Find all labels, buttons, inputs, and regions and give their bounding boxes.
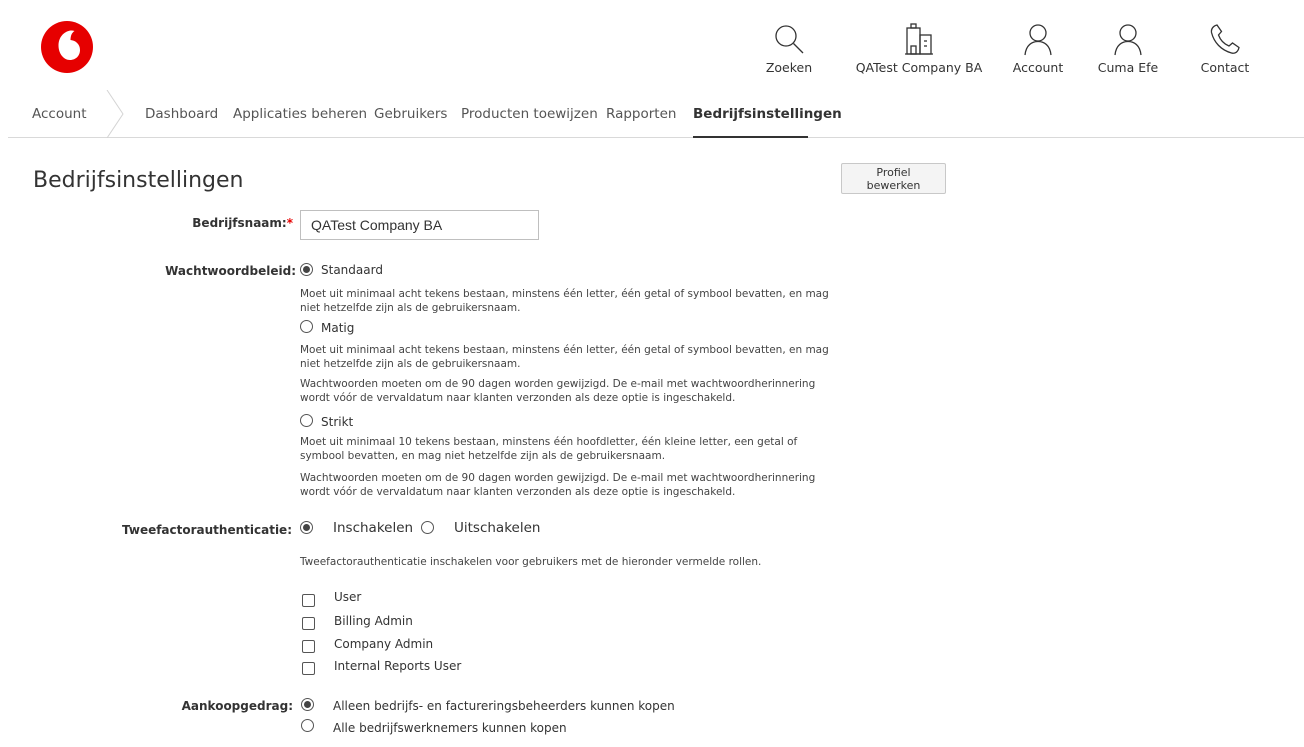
company-nav[interactable]: QATest Company BA — [851, 22, 987, 84]
policy-matig-expiry-description: Wachtwoorden moeten om de 90 dagen worde… — [300, 378, 816, 404]
purchase-all-label: Alle bedrijfswerknemers kunnen kopen — [333, 721, 567, 735]
purchase-admins-label: Alleen bedrijfs- en factureringsbeheerde… — [333, 699, 675, 713]
company-label: QATest Company BA — [855, 60, 983, 75]
account-nav[interactable]: Account — [1005, 22, 1071, 84]
policy-strikt-radio[interactable] — [300, 414, 313, 427]
two-factor-hint: Tweefactorauthenticatie inschakelen voor… — [300, 556, 762, 568]
required-marker: * — [286, 216, 293, 230]
policy-matig-radio[interactable] — [300, 320, 313, 333]
search-icon — [775, 25, 804, 54]
role-internal-reports-checkbox[interactable] — [302, 662, 315, 675]
breadcrumb-chevron-icon — [106, 90, 124, 138]
role-internal-reports-label: Internal Reports User — [334, 659, 462, 673]
two-factor-label: Tweefactorauthenticatie: — [121, 523, 292, 537]
two-factor-enable-label: Inschakelen — [333, 520, 414, 536]
policy-standaard-label: Standaard — [321, 263, 383, 277]
contact-label: Contact — [1200, 60, 1250, 75]
policy-standaard-radio[interactable] — [300, 263, 313, 276]
user-label: Cuma Efe — [1097, 60, 1159, 75]
active-tab-indicator — [693, 136, 808, 138]
policy-standaard-description: Moet uit minimaal acht tekens bestaan, m… — [300, 288, 829, 314]
nav-item-bedrijfsinstellingen[interactable]: Bedrijfsinstellingen — [693, 106, 842, 122]
search-nav[interactable]: Zoeken — [753, 22, 825, 84]
policy-strikt-label: Strikt — [321, 415, 354, 429]
phone-icon — [1210, 24, 1240, 54]
breadcrumb-account[interactable]: Account — [32, 106, 87, 122]
password-policy-label: Wachtwoordbeleid: — [165, 264, 296, 278]
role-user-checkbox[interactable] — [302, 594, 315, 607]
nav-item-gebruikers[interactable]: Gebruikers — [374, 106, 447, 122]
contact-nav[interactable]: Contact — [1192, 22, 1258, 84]
two-factor-disable-label: Uitschakelen — [454, 520, 541, 536]
nav-item-applicaties[interactable]: Applicaties beheren — [233, 106, 367, 122]
nav-item-dashboard[interactable]: Dashboard — [145, 106, 218, 122]
purchase-admins-radio[interactable] — [301, 698, 314, 711]
account-icon — [1024, 24, 1052, 56]
policy-matig-description: Moet uit minimaal acht tekens bestaan, m… — [300, 344, 829, 370]
search-label: Zoeken — [765, 60, 813, 75]
company-name-label: Bedrijfsnaam:* — [192, 216, 293, 230]
two-factor-enable-radio[interactable] — [300, 521, 313, 534]
main-nav: Account Dashboard Applicaties beheren Ge… — [8, 90, 1304, 138]
role-user-label: User — [334, 590, 362, 604]
nav-item-producten[interactable]: Producten toewijzen — [461, 106, 598, 122]
role-billing-admin-label: Billing Admin — [334, 614, 413, 628]
policy-matig-label: Matig — [321, 321, 355, 335]
account-label: Account — [1012, 60, 1064, 75]
policy-strikt-expiry-description: Wachtwoorden moeten om de 90 dagen worde… — [300, 472, 816, 498]
page-title: Bedrijfsinstellingen — [33, 168, 244, 193]
edit-profile-button[interactable]: Profiel bewerken — [841, 163, 946, 194]
purchase-all-radio[interactable] — [301, 719, 314, 732]
two-factor-disable-radio[interactable] — [421, 521, 434, 534]
header: Zoeken QATest Company BA Account Cuma Ef… — [8, 8, 1304, 90]
user-nav[interactable]: Cuma Efe — [1093, 22, 1163, 84]
policy-strikt-description: Moet uit minimaal 10 tekens bestaan, min… — [300, 436, 798, 462]
role-billing-admin-checkbox[interactable] — [302, 617, 315, 630]
purchase-label: Aankoopgedrag: — [181, 699, 293, 713]
user-icon — [1114, 24, 1142, 56]
role-company-admin-checkbox[interactable] — [302, 640, 315, 653]
company-name-input[interactable] — [300, 210, 539, 240]
building-icon — [905, 23, 933, 55]
role-company-admin-label: Company Admin — [334, 637, 434, 651]
nav-item-rapporten[interactable]: Rapporten — [606, 106, 676, 122]
